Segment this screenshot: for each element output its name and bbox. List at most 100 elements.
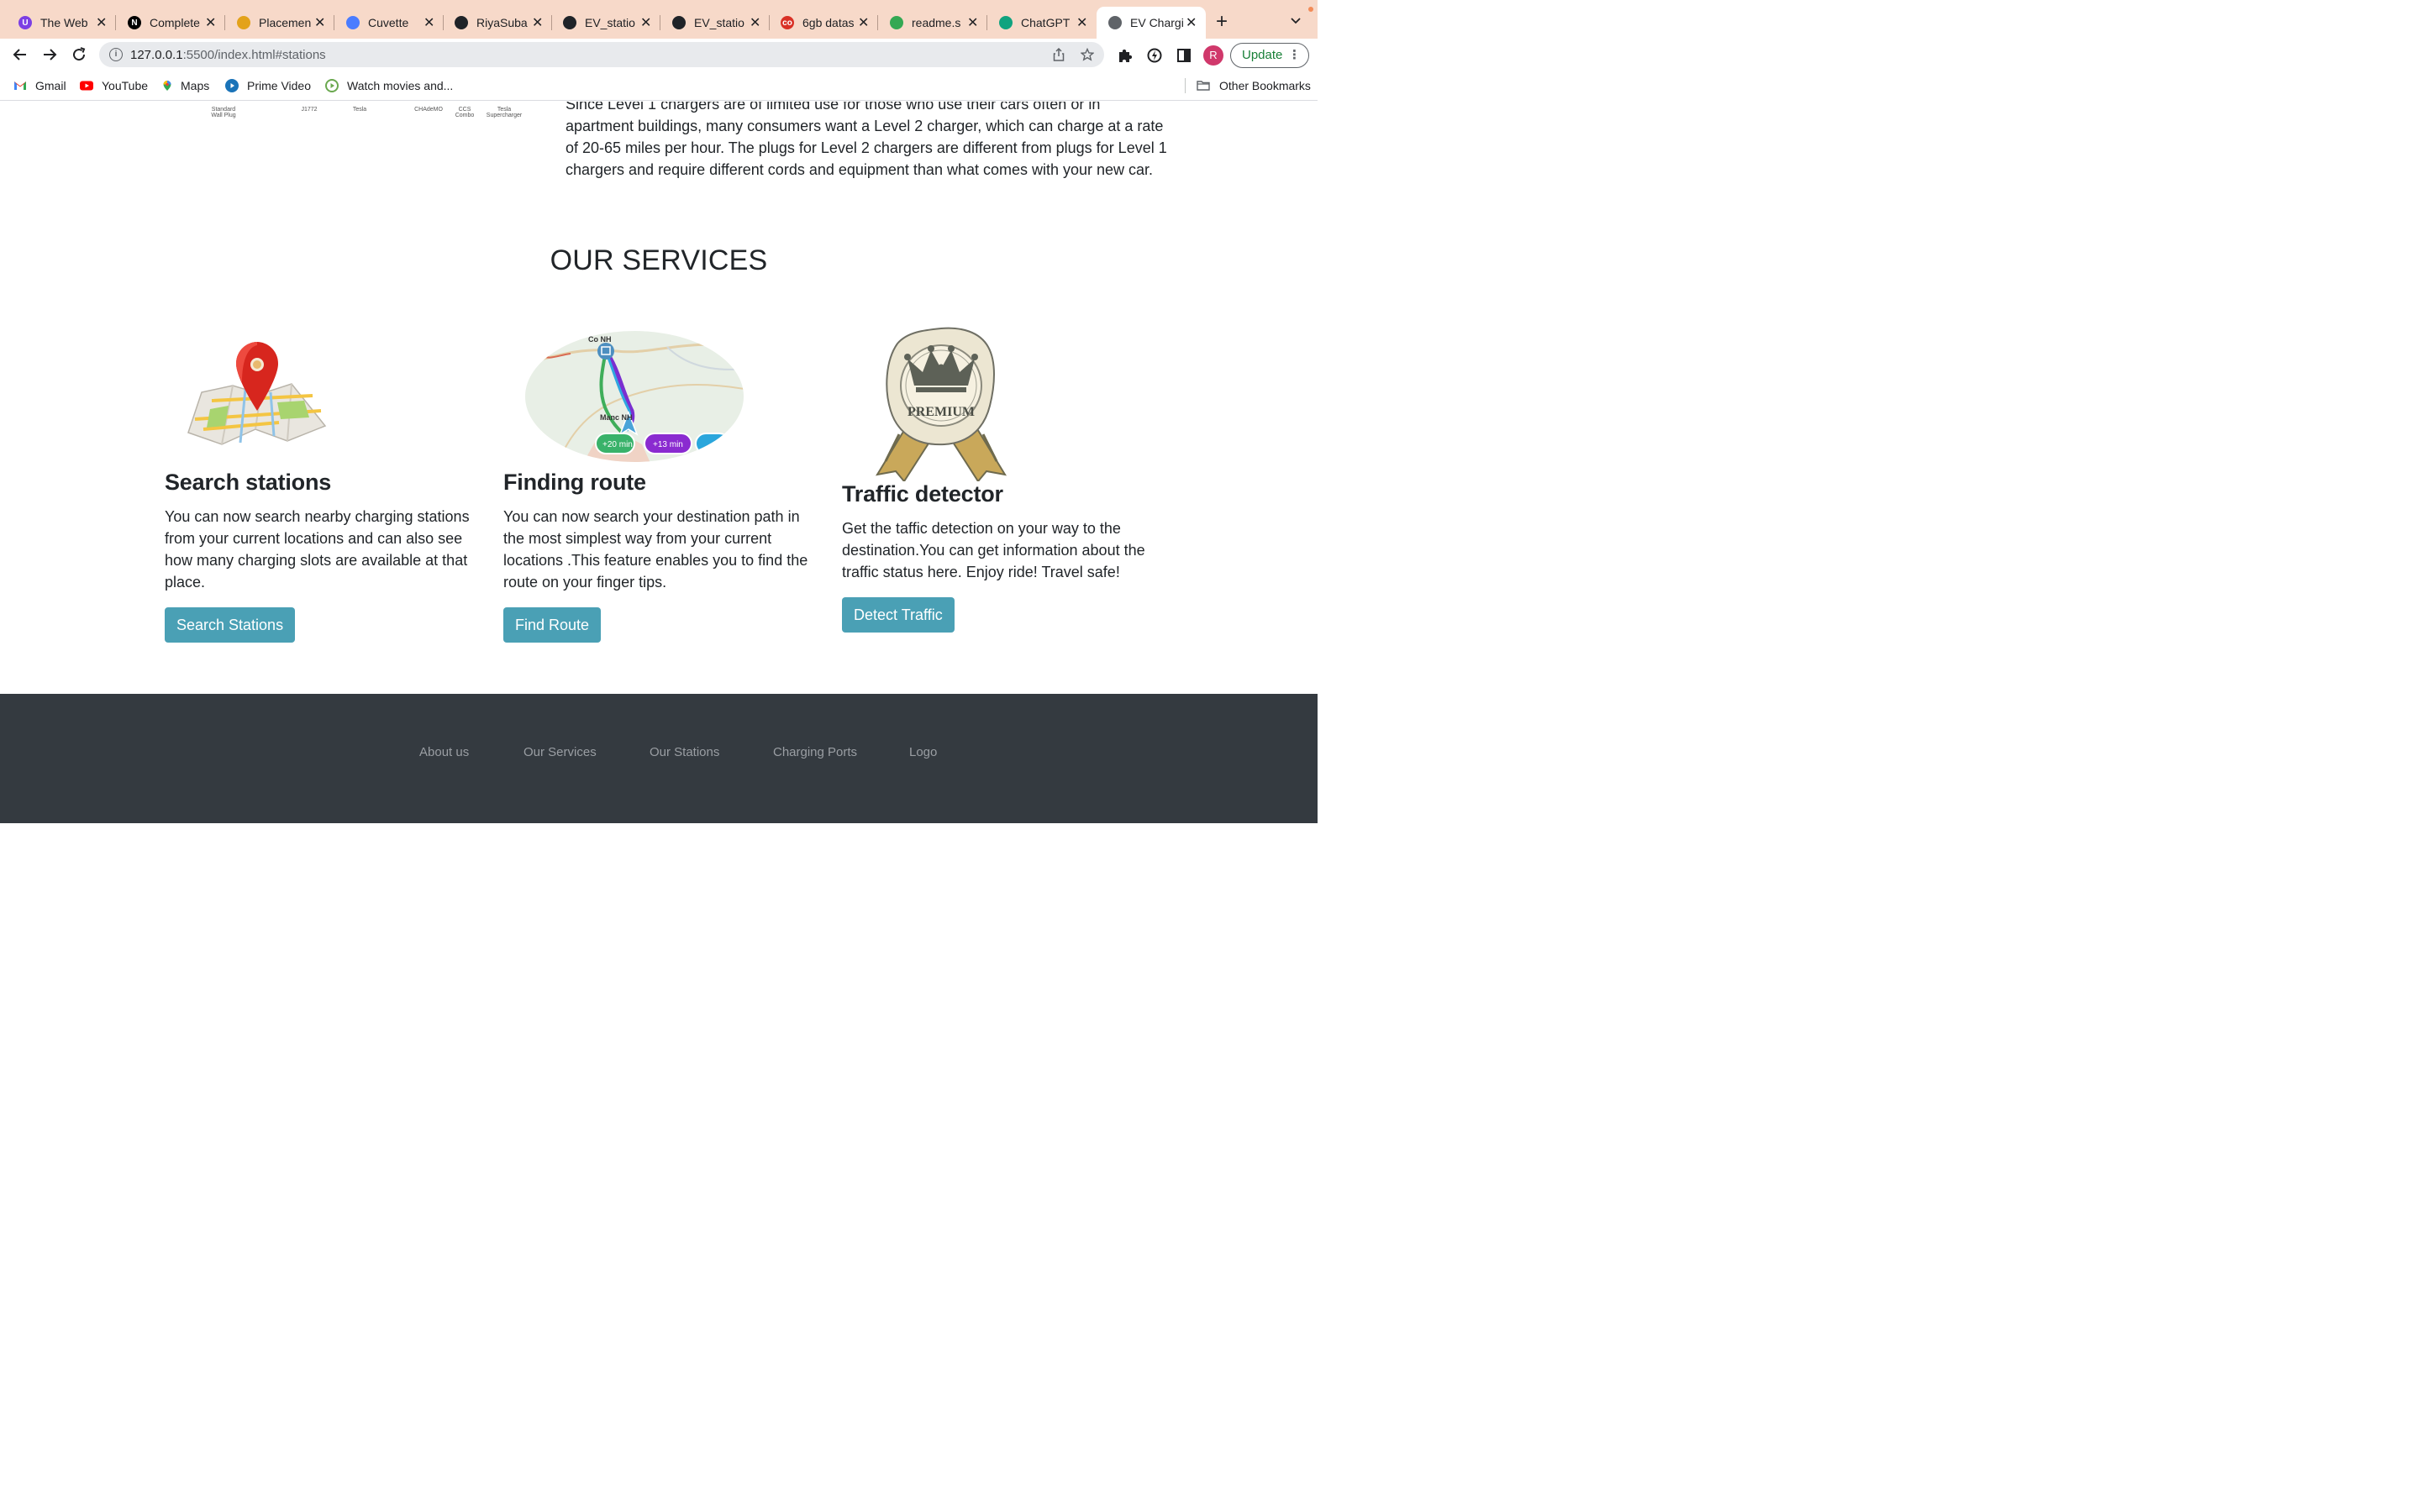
tab-title: ChatGPT [1021,16,1071,29]
tab-search-icon[interactable] [1290,15,1302,27]
tab-close-icon[interactable]: ✕ [313,14,326,31]
tab-close-icon[interactable]: ✕ [531,14,544,31]
bookmark-youtube[interactable]: YouTube [80,79,148,92]
tab-title: Placemen [259,16,312,29]
search-stations-button[interactable]: Search Stations [165,607,296,643]
site-info-icon[interactable]: i [109,48,123,61]
tab-close-icon[interactable]: ✕ [749,14,761,31]
browser-tab[interactable]: co 6gb datas ✕ [769,7,878,39]
browser-tab-active[interactable]: EV Chargi ✕ [1097,7,1206,39]
browser-tab[interactable]: readme.s ✕ [878,7,987,39]
bookmark-label: YouTube [102,79,149,92]
service-description: Get the taffic detection on your way to … [842,520,1145,580]
service-card-search: Search stations You can now search nearb… [165,470,476,643]
level2-intro-paragraph: Since Level 1 chargers are of limited us… [566,102,1167,178]
plug-label-tesla: Tesla [352,107,367,113]
bookmark-label: Maps [181,79,210,92]
url-host: 127.0.0.1 [130,48,183,62]
browser-tab[interactable]: Cuvette ✕ [334,7,444,39]
share-icon[interactable] [1052,48,1065,61]
bookmark-gmail[interactable]: Gmail [13,79,66,92]
tab-close-icon[interactable]: ✕ [1185,14,1197,31]
tab-close-icon[interactable]: ✕ [204,14,217,31]
plug-label-chademo: CHAdeMO [414,107,443,113]
github-icon [672,16,686,29]
tab-close-icon[interactable]: ✕ [857,14,870,31]
tab-strip: U The Web ✕ N Complete ✕ Placemen ✕ Cuve… [0,0,1318,39]
browser-tab[interactable]: N Complete ✕ [116,7,225,39]
footer-link-services[interactable]: Our Services [523,745,597,759]
site-footer: About us Our Services Our Stations Charg… [0,694,1318,823]
profile-avatar[interactable]: R [1203,45,1223,66]
footer-link-charging-ports[interactable]: Charging Ports [773,745,857,759]
browser-tab[interactable]: Placemen ✕ [225,7,334,39]
route-city-bottom: Manc NH [600,413,633,422]
tab-favicon-icon [890,16,903,29]
youtube-icon [80,81,93,91]
chatgpt-icon [999,16,1013,29]
tab-title: 6gb datas [802,16,855,29]
tab-close-icon[interactable]: ✕ [966,14,979,31]
kebab-menu-icon[interactable]: ⋮ [1288,44,1301,67]
tab-favicon-icon: N [128,16,141,29]
tab-title: EV_statio [585,16,635,29]
route-map-image: Co NH Manc NH +20 min +13 min [525,331,744,462]
service-title: Finding route [503,470,646,495]
tab-title: Cuvette [368,16,409,29]
tab-title: readme.s [912,16,961,29]
tab-title: The Web [40,16,88,29]
footer-link-about[interactable]: About us [419,745,469,759]
tab-title: EV Chargi [1130,16,1184,29]
route-badge-purple: +13 min [653,440,683,449]
gmail-icon [14,81,26,90]
tab-close-icon[interactable]: ✕ [639,14,652,31]
other-bookmarks-label: Other Bookmarks [1219,79,1311,92]
other-bookmarks[interactable]: Other Bookmarks [1196,79,1311,92]
services-heading: OUR SERVICES [550,244,768,276]
watch-movies-icon [325,79,339,92]
prime-video-icon [225,79,239,92]
service-card-route: Finding route You can now search your de… [503,470,814,643]
detect-traffic-button[interactable]: Detect Traffic [842,597,955,633]
back-arrow-icon[interactable] [11,45,29,64]
browser-tab[interactable]: EV_statio ✕ [660,7,770,39]
service-description: You can now search your destination path… [503,508,808,591]
forward-arrow-icon[interactable] [40,45,59,64]
browser-tab[interactable]: EV_statio ✕ [551,7,660,39]
bookmark-maps[interactable]: Maps [162,79,209,92]
bookmarks-bar: Gmail YouTube Maps Prime Video Watch mov… [0,71,1318,101]
bookmarks-separator [1185,78,1186,93]
service-description: You can now search nearby charging stati… [165,508,470,591]
service-title: Search stations [165,470,332,495]
browser-tab[interactable]: ChatGPT ✕ [987,7,1097,39]
bookmark-prime-video[interactable]: Prime Video [225,79,311,92]
footer-link-stations[interactable]: Our Stations [650,745,719,759]
tab-close-icon[interactable]: ✕ [423,14,435,31]
bookmark-label: Gmail [35,79,66,92]
address-bar[interactable]: i 127.0.0.1:5500/index.html#stations [99,42,1104,67]
performance-icon[interactable] [1146,47,1163,64]
maps-icon [163,81,171,91]
find-route-button[interactable]: Find Route [503,607,602,643]
plug-label-supercharger: Tesla Supercharger [486,107,523,118]
tab-close-icon[interactable]: ✕ [1076,14,1088,31]
premium-seal-text: PREMIUM [908,405,975,419]
plug-label-standard: Standard Wall Plug [211,107,236,118]
reload-icon[interactable] [70,45,88,64]
github-icon [455,16,468,29]
url-text[interactable]: 127.0.0.1:5500/index.html#stations [130,48,326,62]
bookmark-star-icon[interactable] [1081,48,1094,61]
bookmark-watch-movies[interactable]: Watch movies and... [325,79,453,92]
tab-favicon-icon: U [18,16,32,29]
tab-favicon-icon: co [781,16,794,29]
browser-tab[interactable]: U The Web ✕ [7,7,116,39]
route-badge-green: +20 min [602,440,633,449]
browser-tab[interactable]: RiyaSuba ✕ [443,7,552,39]
tab-close-icon[interactable]: ✕ [95,14,108,31]
extensions-puzzle-icon[interactable] [1117,47,1134,64]
update-button[interactable]: Update ⋮ [1230,43,1309,68]
new-tab-button[interactable]: + [1216,12,1228,32]
side-panel-icon[interactable] [1176,47,1192,64]
premium-seal-image: PREMIUM [875,327,1007,481]
footer-link-logo[interactable]: Logo [909,745,937,759]
